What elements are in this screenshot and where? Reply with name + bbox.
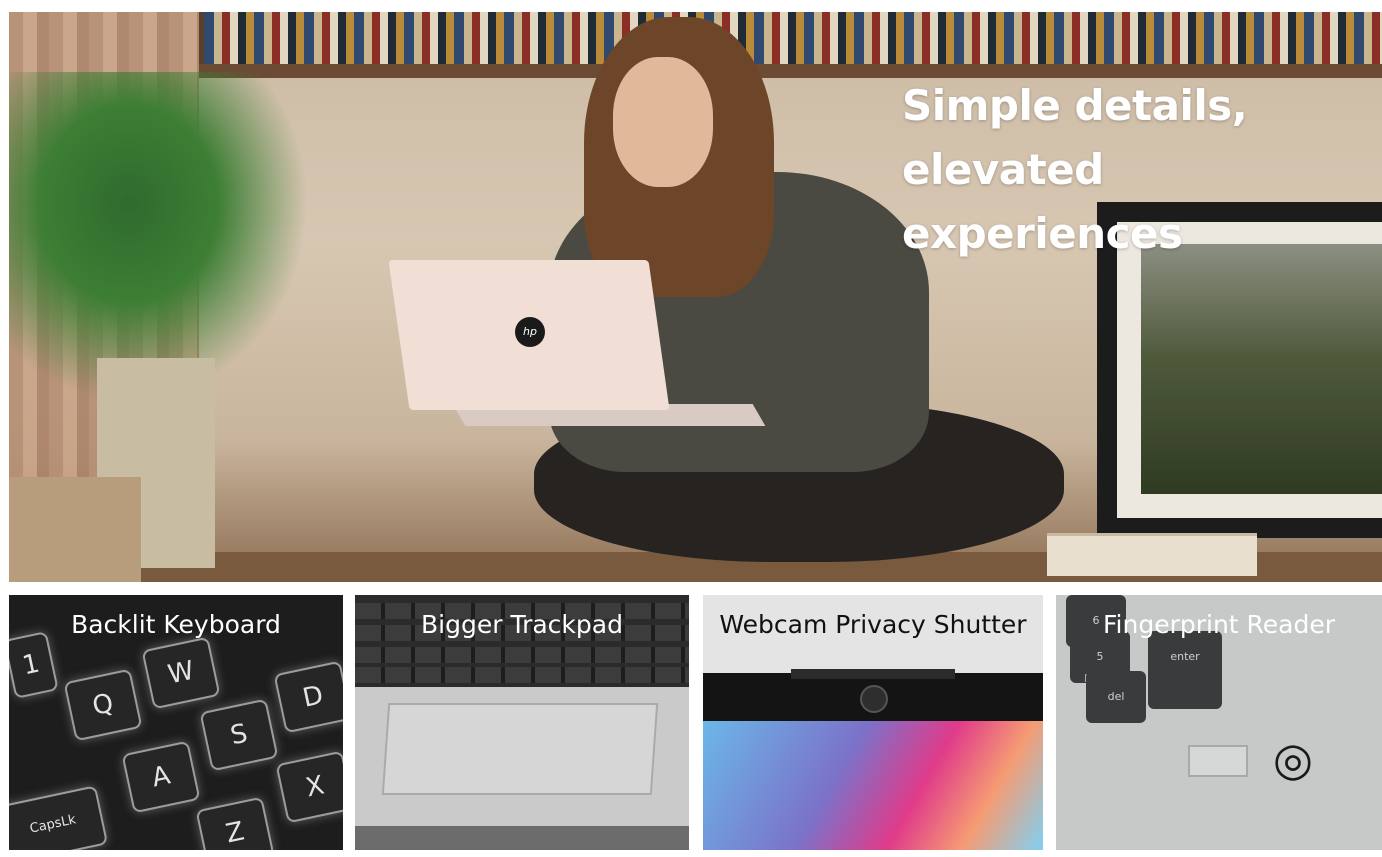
privacy-shutter [791,669,955,679]
feature-label: Webcam Privacy Shutter [719,610,1027,639]
webcam-icon [860,685,888,713]
fingerprint-sensor [1188,745,1248,777]
keyboard-key-capslock: CapsLk [9,785,109,850]
frame-photo-trees [1141,244,1382,494]
laptop-screen [703,721,1043,850]
feature-tile-backlit-keyboard[interactable]: 1 Q W A S D Z X CapsLk Backlit Keyboard [9,595,343,850]
feature-label: Backlit Keyboard [71,610,281,639]
hero-banner: hp Simple details, elevated experiences [9,12,1382,582]
hero-headline-line2: elevated experiences [902,145,1183,258]
person-face [613,57,713,187]
keyboard-key-z: Z [195,796,275,850]
laptop-edge [355,826,689,850]
hp-logo-icon: hp [515,317,545,347]
feature-tile-fingerprint-reader[interactable]: 6 5 pg dn enter del ◎ Fingerprint Reader [1056,595,1382,850]
plant-leaves [9,72,309,402]
keyboard-key-d: D [273,660,343,734]
feature-tile-bigger-trackpad[interactable]: Bigger Trackpad [355,595,689,850]
keyboard-rows [355,595,689,687]
keyboard-key-s: S [199,698,279,772]
hero-headline: Simple details, elevated experiences [902,74,1372,266]
keyboard-key-x: X [275,750,343,824]
keyboard-key-a: A [121,740,201,814]
feature-tile-webcam-privacy-shutter[interactable]: Webcam Privacy Shutter [703,595,1043,850]
trackpad [381,703,659,795]
keyboard-key-1: 1 [9,631,59,699]
books-on-shelf [204,12,1382,64]
keyboard-key-w: W [141,636,221,710]
hero-headline-line1: Simple details, [902,81,1248,130]
feature-label: Bigger Trackpad [421,610,623,639]
keyboard-key-q: Q [63,668,143,742]
keyboard-key-del: del [1086,671,1146,723]
feature-label: Fingerprint Reader [1102,610,1336,639]
small-plant-pot [9,477,141,582]
fingerprint-icon: ◎ [1272,732,1314,786]
keyboard-key-enter: enter [1148,631,1222,709]
notebooks-on-floor [1047,533,1257,576]
